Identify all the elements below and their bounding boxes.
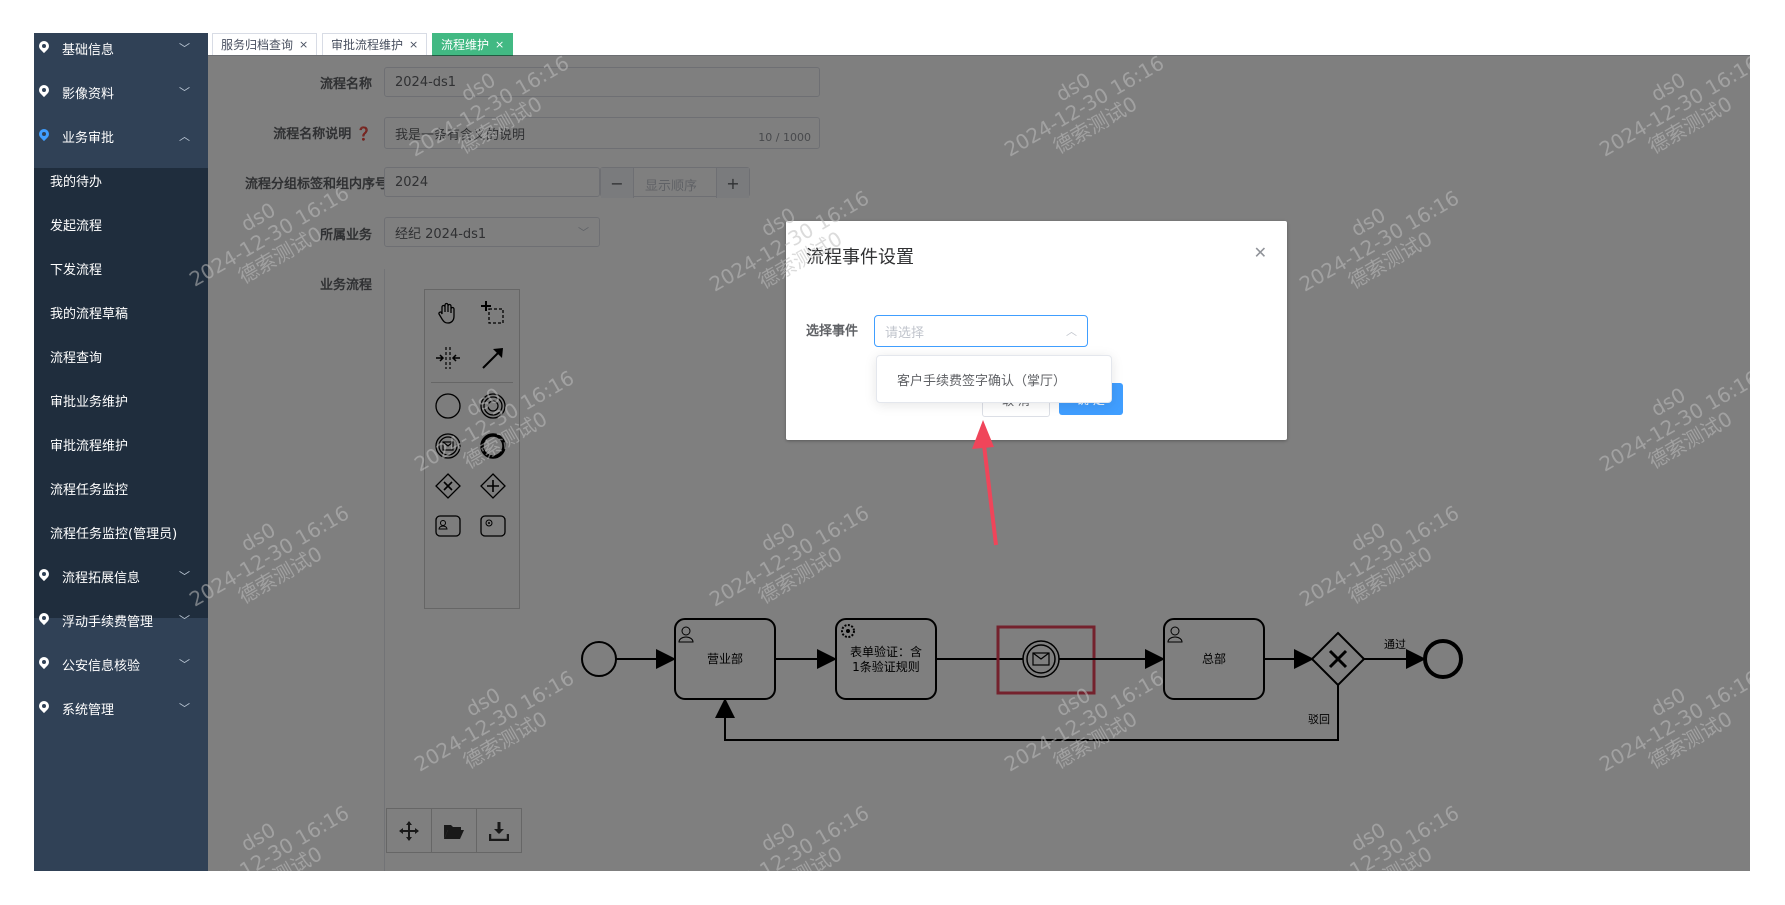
annotation-arrow — [972, 420, 998, 546]
app-window: 基础信息 ﹀ 影像资料 ﹀ 业务审批 ︿ 我的待办 发起流程 下发流程 我的流程… — [34, 33, 1750, 871]
